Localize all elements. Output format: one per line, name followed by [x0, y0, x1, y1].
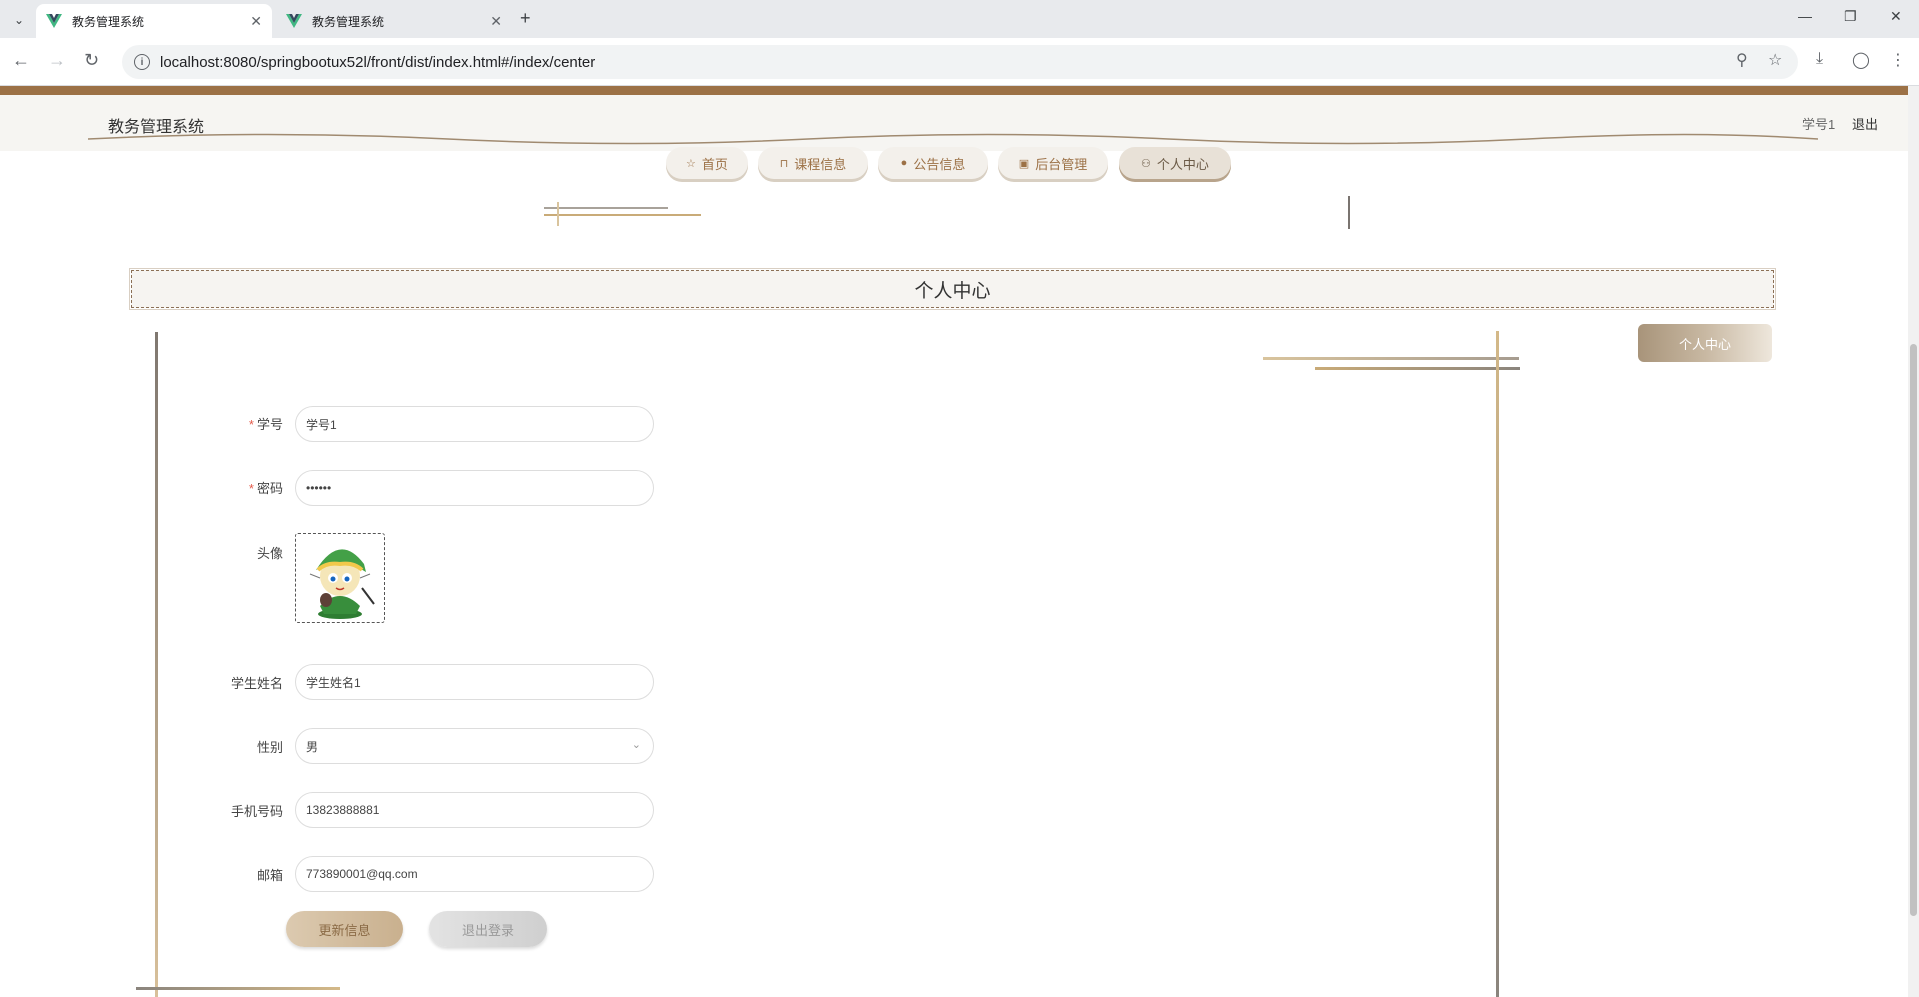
- avatar-image: [309, 549, 375, 619]
- decor-line: [557, 202, 559, 226]
- nav-label: 公告信息: [913, 156, 966, 172]
- scrollbar-thumb[interactable]: [1910, 344, 1917, 916]
- password-input[interactable]: ••••••: [295, 470, 654, 506]
- forward-icon[interactable]: →: [48, 50, 66, 71]
- reload-icon[interactable]: ↻: [84, 50, 99, 71]
- decor-vertical-line: [155, 332, 158, 997]
- minimize-icon[interactable]: —: [1798, 8, 1812, 24]
- required-mark: *: [248, 481, 254, 496]
- download-icon[interactable]: ⤓: [1816, 50, 1823, 68]
- user-icon: ⚇: [1141, 157, 1151, 170]
- profile-icon[interactable]: ◯: [1852, 50, 1870, 70]
- student-name-label: 学生姓名: [230, 676, 283, 691]
- header-wave-decoration: [88, 133, 1818, 145]
- browser-tab[interactable]: 教务管理系统 ✕: [276, 4, 512, 38]
- site-header: 教务管理系统 学号1 退出: [0, 95, 1908, 151]
- back-icon[interactable]: ←: [12, 50, 30, 71]
- decor-line: [544, 214, 701, 216]
- gender-label: 性别: [256, 740, 283, 755]
- decor-line: [1348, 196, 1350, 229]
- vue-logo-icon: [286, 14, 302, 28]
- gender-select[interactable]: 男 ⌄: [295, 728, 654, 764]
- decor-line: [1315, 367, 1520, 370]
- phone-label: 手机号码: [230, 804, 283, 819]
- info-icon: ●: [900, 157, 908, 169]
- address-bar[interactable]: i localhost:8080/springbootux52l/front/d…: [122, 45, 1798, 79]
- nav-notices[interactable]: ● 公告信息: [878, 147, 988, 179]
- decor-vertical-line: [1496, 331, 1499, 997]
- nav-label: 后台管理: [1035, 156, 1088, 172]
- page-scrollbar[interactable]: [1908, 86, 1919, 997]
- student-no-label: * 学号: [248, 417, 283, 432]
- vue-logo-icon: [46, 14, 62, 28]
- restore-icon[interactable]: ❐: [1844, 8, 1857, 25]
- required-mark: *: [248, 417, 254, 432]
- close-window-icon[interactable]: ✕: [1890, 8, 1902, 25]
- logout-button[interactable]: 退出登录: [429, 911, 547, 947]
- student-no-input[interactable]: 学号1: [295, 406, 654, 442]
- tab-title: 教务管理系统: [312, 14, 385, 29]
- decor-line: [544, 207, 668, 209]
- decor-line: [136, 987, 340, 990]
- tab-title: 教务管理系统: [72, 14, 145, 29]
- nav-label: 课程信息: [794, 156, 847, 172]
- logout-link[interactable]: 退出: [1852, 114, 1878, 133]
- zoom-icon[interactable]: ⚲: [1736, 50, 1748, 70]
- bookmark-star-icon[interactable]: ☆: [1768, 50, 1782, 70]
- nav-label: 个人中心: [1156, 156, 1209, 172]
- update-info-button[interactable]: 更新信息: [286, 911, 403, 947]
- avatar-upload[interactable]: [295, 533, 385, 623]
- email-label: 邮箱: [256, 868, 283, 883]
- nav-courses[interactable]: ⊓ 课程信息: [758, 147, 868, 179]
- star-icon: ☆: [686, 157, 696, 170]
- chevron-down-icon: ⌄: [631, 739, 641, 751]
- decor-line: [1263, 357, 1519, 360]
- page-viewport: 教务管理系统 学号1 退出 ☆ 首页 ⊓ 课程信息 ● 公告信息 ▣ 后台管理 …: [0, 86, 1908, 997]
- menu-dots-icon[interactable]: ⋮: [1890, 50, 1906, 70]
- browser-tab-bar: ⌄ 教务管理系统 ✕ 教务管理系统 ✕ + — ❐ ✕: [0, 0, 1919, 38]
- nav-home[interactable]: ☆ 首页: [666, 147, 748, 179]
- avatar-label: 头像: [256, 546, 283, 561]
- close-tab-icon[interactable]: ✕: [490, 13, 502, 30]
- phone-input[interactable]: 13823888881: [295, 792, 654, 828]
- email-input[interactable]: 773890001@qq.com: [295, 856, 654, 892]
- student-name-input[interactable]: 学生姓名1: [295, 664, 654, 700]
- current-user[interactable]: 学号1: [1802, 114, 1835, 133]
- section-title: 个人中心: [129, 268, 1776, 310]
- close-tab-icon[interactable]: ✕: [250, 13, 262, 30]
- top-accent-strip: [0, 86, 1908, 95]
- nav-personal-center[interactable]: ⚇ 个人中心: [1119, 147, 1231, 179]
- nav-label: 首页: [701, 156, 728, 172]
- bag-icon: ⊓: [779, 157, 789, 170]
- personal-center-side-button[interactable]: 个人中心: [1638, 324, 1772, 362]
- password-label: * 密码: [248, 481, 283, 496]
- nav-admin[interactable]: ▣ 后台管理: [998, 147, 1108, 179]
- site-info-icon[interactable]: i: [134, 54, 150, 70]
- url-text: localhost:8080/springbootux52l/front/dis…: [160, 53, 596, 71]
- browser-toolbar: ← → ↻ i localhost:8080/springbootux52l/f…: [0, 38, 1919, 86]
- admin-icon: ▣: [1018, 157, 1030, 170]
- browser-tab-active[interactable]: 教务管理系统 ✕: [36, 4, 272, 38]
- tab-search-chevron-icon[interactable]: ⌄: [8, 9, 30, 31]
- new-tab-icon[interactable]: +: [520, 8, 531, 29]
